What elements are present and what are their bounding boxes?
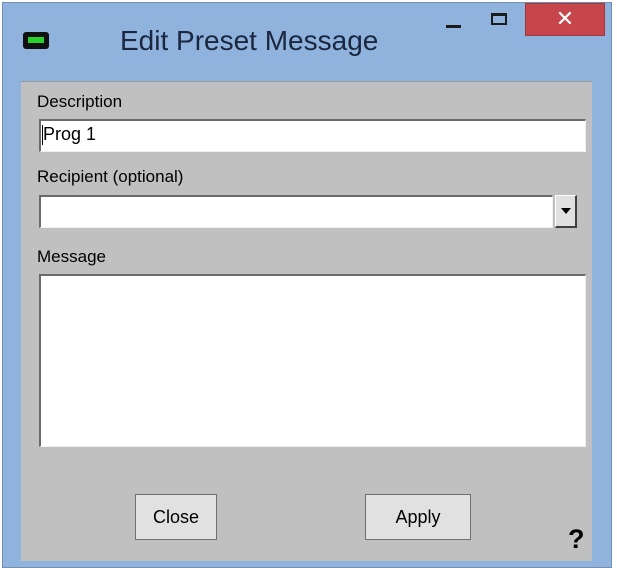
help-icon[interactable]: ? <box>568 524 585 555</box>
recipient-label: Recipient (optional) <box>37 167 184 186</box>
minimize-button[interactable] <box>431 3 475 35</box>
title-bar[interactable]: Edit Preset Message ✕ <box>3 3 611 81</box>
maximize-button[interactable] <box>477 3 521 35</box>
minimize-icon <box>445 24 461 28</box>
description-value: Prog 1 <box>43 124 97 144</box>
terminal-device-icon <box>23 32 49 49</box>
description-label: Description <box>37 92 123 111</box>
chevron-down-icon <box>560 208 571 214</box>
description-field[interactable]: Prog 1 <box>39 119 586 152</box>
recipient-combobox[interactable] <box>39 195 553 228</box>
window-title: Edit Preset Message <box>120 25 379 56</box>
message-textarea[interactable] <box>39 274 586 447</box>
maximize-icon <box>491 13 507 25</box>
close-button[interactable]: Close <box>135 494 217 540</box>
dialog-body: Description Prog 1 Recipient (optional) … <box>21 81 592 561</box>
close-icon: ✕ <box>555 6 575 32</box>
message-label: Message <box>37 247 106 266</box>
apply-button[interactable]: Apply <box>365 494 471 540</box>
close-window-button[interactable]: ✕ <box>525 3 605 36</box>
recipient-dropdown-button[interactable] <box>555 195 577 228</box>
edit-preset-message-dialog: Edit Preset Message ✕ Description Prog 1… <box>2 2 612 568</box>
